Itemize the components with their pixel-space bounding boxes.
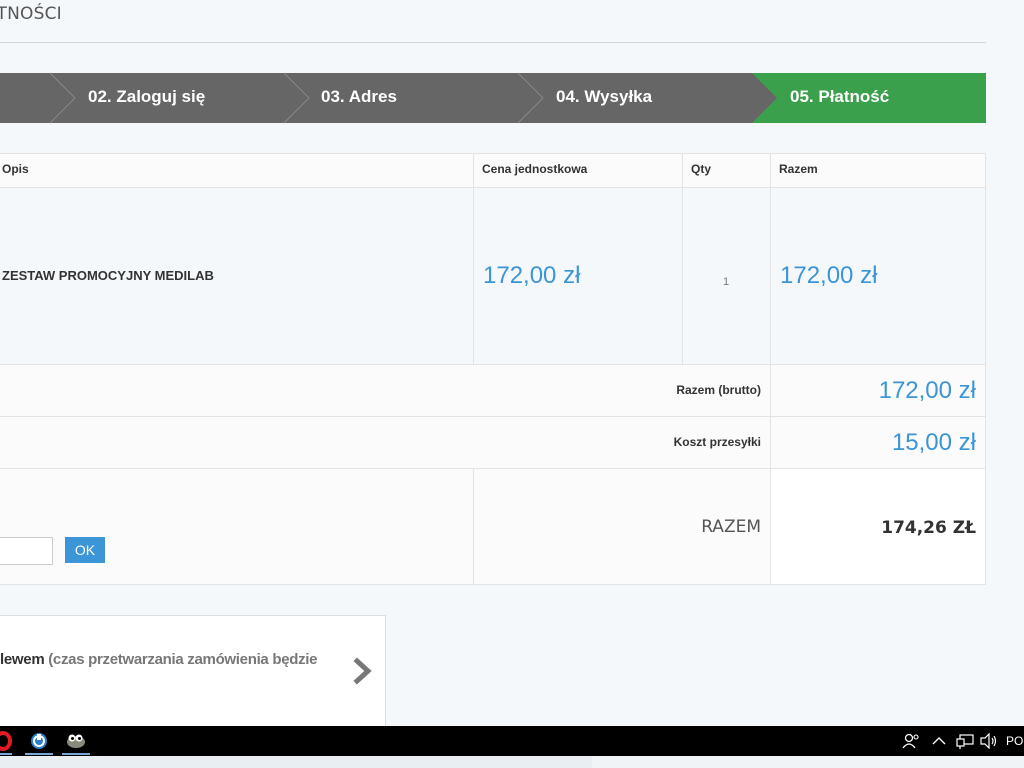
browser-icon[interactable] bbox=[29, 731, 49, 751]
grand-total-value: 174,26 ZŁ bbox=[881, 518, 976, 538]
header-description: Opis bbox=[2, 162, 29, 176]
header-unit-price: Cena jednostkowa bbox=[482, 162, 588, 176]
product-unit-price: 172,00 zł bbox=[483, 262, 581, 289]
step-payment[interactable]: 05. Płatność bbox=[790, 73, 889, 123]
header-total: Razem bbox=[779, 162, 818, 176]
page-title: ATNOŚCI bbox=[0, 4, 62, 24]
table-divider bbox=[0, 416, 986, 417]
step-separator-2 bbox=[283, 72, 310, 124]
step-login[interactable]: 02. Zaloguj się bbox=[88, 73, 205, 123]
step-payment-label: 05. Płatność bbox=[790, 87, 890, 106]
people-icon[interactable] bbox=[902, 733, 920, 749]
app-active-indicator bbox=[0, 753, 12, 755]
opera-icon[interactable] bbox=[0, 731, 12, 751]
taskbar-strip bbox=[592, 756, 1024, 768]
product-qty: 1 bbox=[723, 276, 730, 288]
voucher-ok-button[interactable]: OK bbox=[65, 537, 105, 563]
step-address-label: 03. Adres bbox=[321, 87, 397, 106]
header-qty: Qty bbox=[691, 162, 712, 176]
checkout-steps: 02. Zaloguj się 03. Adres 04. Wysyłka 05… bbox=[0, 72, 986, 124]
table-divider bbox=[0, 468, 986, 469]
payment-option-text[interactable]: lewem (czas przetwarzania zamówienia będ… bbox=[0, 651, 318, 668]
gross-total-label: Razem (brutto) bbox=[676, 383, 761, 397]
step-shipping[interactable]: 04. Wysyłka bbox=[556, 73, 652, 123]
product-total: 172,00 zł bbox=[780, 262, 878, 289]
step-separator-3 bbox=[517, 72, 544, 124]
app-active-indicator bbox=[62, 753, 90, 755]
chevron-up-icon[interactable] bbox=[932, 736, 946, 746]
step-separator-4 bbox=[752, 73, 777, 123]
gimp-icon[interactable] bbox=[65, 731, 87, 749]
app-active-indicator bbox=[25, 753, 53, 755]
shipping-cost-label: Koszt przesyłki bbox=[673, 435, 761, 449]
shipping-cost-value: 15,00 zł bbox=[891, 429, 976, 456]
payment-option-name: lewem bbox=[0, 651, 45, 668]
product-name[interactable]: ZESTAW PROMOCYJNY MEDILAB bbox=[2, 268, 214, 283]
language-indicator[interactable]: PO bbox=[1006, 734, 1023, 748]
step-separator-1 bbox=[49, 72, 76, 124]
chevron-right-icon[interactable] bbox=[352, 657, 374, 685]
gross-total-value: 172,00 zł bbox=[878, 377, 976, 404]
step-address[interactable]: 03. Adres bbox=[321, 73, 397, 123]
voucher-code-input[interactable] bbox=[0, 537, 53, 565]
step-login-label: 02. Zaloguj się bbox=[88, 87, 206, 106]
step-1[interactable] bbox=[0, 73, 50, 123]
table-divider bbox=[473, 468, 474, 584]
table-divider bbox=[0, 364, 986, 365]
payment-option-bank-transfer[interactable] bbox=[0, 615, 386, 730]
payment-option-note: (czas przetwarzania zamówienia będzie bbox=[44, 651, 318, 668]
table-divider bbox=[770, 153, 771, 584]
network-icon[interactable] bbox=[956, 733, 974, 749]
table-divider bbox=[0, 187, 986, 188]
heading-divider bbox=[0, 42, 986, 43]
volume-icon[interactable] bbox=[980, 733, 998, 749]
grand-total-label: RAZEM bbox=[701, 517, 761, 537]
step-shipping-label: 04. Wysyłka bbox=[556, 87, 653, 106]
